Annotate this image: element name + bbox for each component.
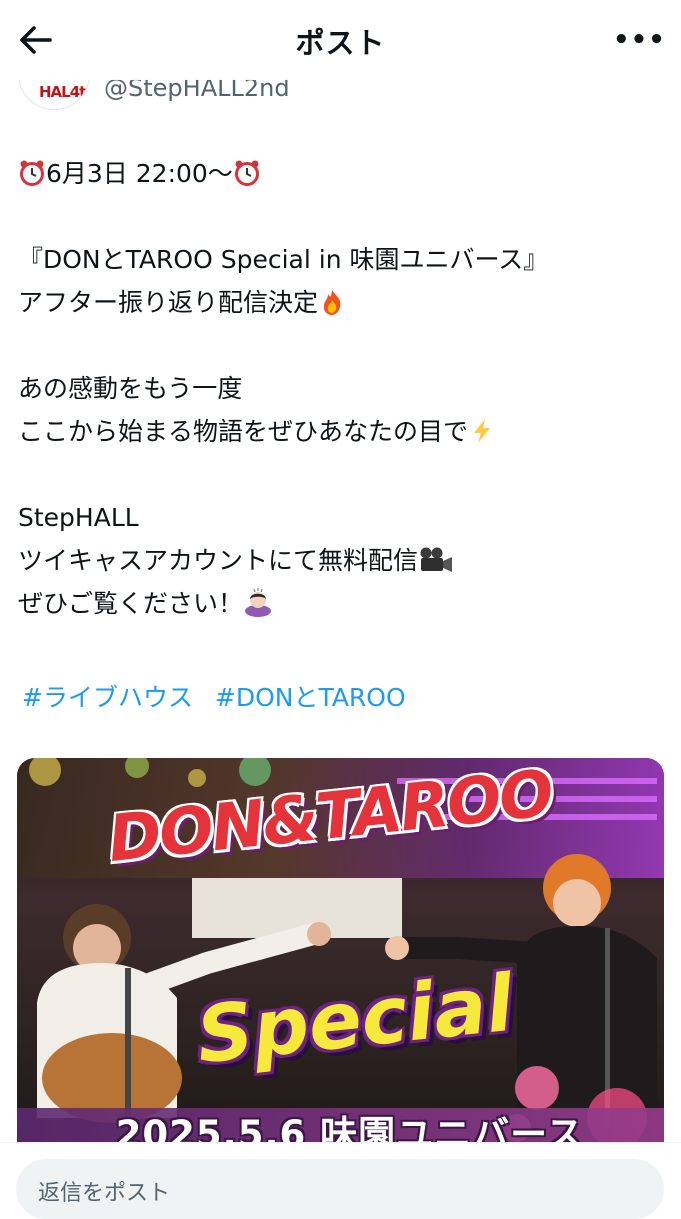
page-title: ポスト: [295, 26, 386, 60]
tweet-line-once-more: あの感動をもう一度: [18, 374, 243, 403]
tweet-line-datetime: 6月3日 22:00〜: [18, 152, 668, 195]
tweet-line-stephall: StepHALL: [18, 503, 139, 532]
hashtag-livehouse[interactable]: #ライブハウス: [22, 683, 193, 712]
tweet-line-please-watch: ぜひご覧ください！: [18, 582, 668, 625]
movie-camera-icon: [420, 547, 453, 572]
stream-text: ツイキャスアカウントにて無料配信: [18, 546, 419, 575]
alarm-clock-icon: [20, 160, 44, 186]
hashtag-row: #ライブハウス #DONとTAROO: [22, 676, 420, 719]
tweet-line-announcement: アフター振り返り配信決定: [18, 281, 668, 324]
tweet-line-event-title: 『DONとTAROO Special in 味園ユニバース』: [18, 245, 549, 274]
person-bowing-icon: [245, 588, 272, 617]
hashtag-don-taroo[interactable]: #DONとTAROO: [215, 683, 406, 712]
tweet-line-story: ここから始まる物語をぜひあなたの目で: [18, 410, 668, 453]
reply-placeholder: 返信をポスト: [38, 1181, 171, 1206]
tweet-text: 6月3日 22:00〜 『DONとTAROO Special in 味園ユニバー…: [18, 152, 668, 625]
more-options-button[interactable]: •••: [613, 26, 665, 54]
alarm-clock-icon: [234, 160, 259, 186]
tweet-datetime-text: 6月3日 22:00〜: [46, 159, 233, 188]
tweet-line-stream: ツイキャスアカウントにて無料配信: [18, 539, 668, 582]
top-bar: ポスト •••: [0, 0, 681, 80]
avatar-logo-text: HAL4th: [39, 83, 90, 101]
story-text: ここから始まる物語をぜひあなたの目で: [18, 417, 469, 446]
fire-icon: [323, 290, 341, 315]
please-watch-text: ぜひご覧ください！: [18, 589, 244, 618]
announcement-text: アフター振り返り配信決定: [18, 288, 319, 317]
lightning-icon: [474, 419, 491, 443]
